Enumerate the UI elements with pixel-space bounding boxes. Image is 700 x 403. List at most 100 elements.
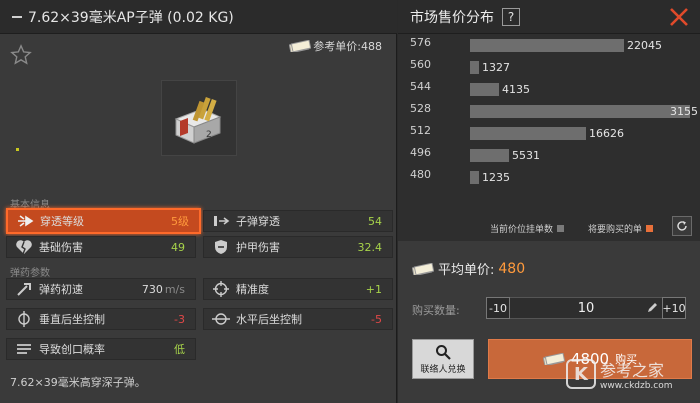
price-tick-label: 560 [410,58,431,71]
stat-value: 730 m/s [142,283,195,296]
bleed-icon [13,340,35,358]
order-count-bar [470,83,499,96]
chart-row: 512 16626 [398,124,700,140]
help-button[interactable]: ? [502,7,520,26]
average-price-value: 480 [498,260,526,277]
stat-label: 基础伤害 [39,241,83,254]
contact-exchange-button[interactable]: 联络人兑换 [412,339,474,379]
market-panel: 市场售价分布 ? 576 22045 560 1327 544 4135 528 3155 51… [398,0,700,403]
stat-accuracy[interactable]: 精准度 +1 [203,278,393,300]
stat-label: 垂直后坐控制 [39,313,105,326]
order-count-label: 5531 [512,149,540,162]
watermark: K 参考之家 www.ckdzb.com [566,357,673,391]
legend-current-label: 当前价位挂单数 [490,225,554,235]
order-count-label: 22045 [627,39,662,52]
order-count-bar [470,105,690,118]
money-icon [412,262,434,275]
horizontal-recoil-icon [210,310,232,328]
stat-value: 5级 [171,215,189,228]
stat-penetration-level[interactable]: 穿透等级 5级 [6,208,201,234]
money-icon [289,40,312,52]
order-count-bar [470,149,509,162]
order-count-label: 4135 [502,83,530,96]
stat-base-damage[interactable]: 基础伤害 49 [6,236,196,258]
stat-value: +1 [365,282,382,296]
broken-heart-icon [13,238,35,256]
stat-bullet-penetration[interactable]: 子弹穿透 54 [203,210,393,232]
section-ammo-label: 弹药参数 [10,268,50,279]
item-description: 7.62×39毫米高穿深子弹。 [10,376,146,389]
order-count-bar [470,39,624,52]
order-count-bar [470,127,586,140]
penetration-icon [14,212,36,230]
close-icon [670,8,688,26]
market-title-bar: 市场售价分布 ? [398,0,700,34]
vertical-recoil-icon [13,310,35,328]
quantity-label: 购买数量: [412,304,460,317]
legend-buy-swatch [646,225,654,232]
quantity-stepper: -10 10 +10 [486,297,686,319]
stat-value-number: 730 [141,282,163,296]
chart-row: 576 22045 [398,36,700,52]
stat-label: 精准度 [236,283,269,296]
close-button[interactable] [666,4,692,30]
watermark-url: www.ckdzb.com [600,381,673,391]
price-tick-label: 576 [410,36,431,49]
search-icon [436,344,451,360]
stat-muzzle-velocity[interactable]: 弹药初速 730 m/s [6,278,196,300]
reference-price: 参考单价:488 [289,38,382,54]
item-image: 2 [161,80,237,156]
stat-label: 导致创口概率 [39,343,105,356]
chart-row: 560 1327 [398,58,700,74]
stat-armor-damage[interactable]: 护甲伤害 32.4 [203,236,393,258]
order-count-label: 16626 [589,127,624,140]
price-tick-label: 544 [410,80,431,93]
favorite-star-icon[interactable] [10,44,32,66]
edit-icon [648,303,657,312]
order-count-bar [470,61,479,74]
contact-exchange-label: 联络人兑换 [420,364,466,375]
reference-price-text: 参考单价:488 [313,40,382,53]
price-tick-label: 496 [410,146,431,159]
quantity-minus-button[interactable]: -10 [486,297,510,319]
chart-row: 480 1235 [398,168,700,184]
money-icon [542,353,565,365]
order-count-bar [470,171,479,184]
order-count-label: 3155 [670,105,698,118]
stat-label: 水平后坐控制 [236,313,302,326]
stat-value: 32.4 [357,240,383,254]
stat-horizontal-recoil[interactable]: 水平后坐控制 -5 [203,308,393,330]
watermark-logo: K [566,359,596,389]
item-detail-panel: 7.62×39毫米AP子弹 (0.02 KG) 参考单价:488 2 基本信息 … [0,0,397,403]
average-price: 平均单价: 480 [412,259,525,278]
refresh-button[interactable] [672,216,692,236]
quantity-value: 10 [577,300,595,316]
refresh-icon [677,221,687,231]
ammo-box-icon: 2 [174,96,222,144]
stat-value: 54 [368,214,382,228]
quantity-input[interactable]: 10 [510,297,662,319]
legend-buy-label: 将要购买的单 [588,225,643,235]
price-distribution-chart: 576 22045 560 1327 544 4135 528 3155 512 16626 496… [398,36,700,212]
crosshair-icon [210,280,232,298]
stat-bleed-chance[interactable]: 导致创口概率 低 [6,338,196,360]
stat-label: 护甲伤害 [236,241,280,254]
legend-current-orders: 当前价位挂单数 [490,222,565,235]
stat-label: 子弹穿透 [236,215,280,228]
stat-label: 弹药初速 [39,283,83,296]
average-price-label: 平均单价: [438,263,495,278]
item-title: 7.62×39毫米AP子弹 (0.02 KG) [28,9,234,26]
svg-text:2: 2 [206,130,212,140]
stat-value: 低 [174,343,185,356]
chart-row: 496 5531 [398,146,700,162]
order-count-label: 1235 [482,171,510,184]
stat-value: 49 [171,240,185,254]
chart-row: 544 4135 [398,80,700,96]
price-tick-label: 480 [410,168,431,181]
watermark-name: 参考之家 [600,361,665,380]
legend-current-swatch [557,225,565,232]
price-tick-label: 528 [410,102,431,115]
stat-vertical-recoil[interactable]: 垂直后坐控制 -3 [6,308,196,330]
item-title-bar: 7.62×39毫米AP子弹 (0.02 KG) [0,0,397,34]
quantity-plus-button[interactable]: +10 [662,297,686,319]
